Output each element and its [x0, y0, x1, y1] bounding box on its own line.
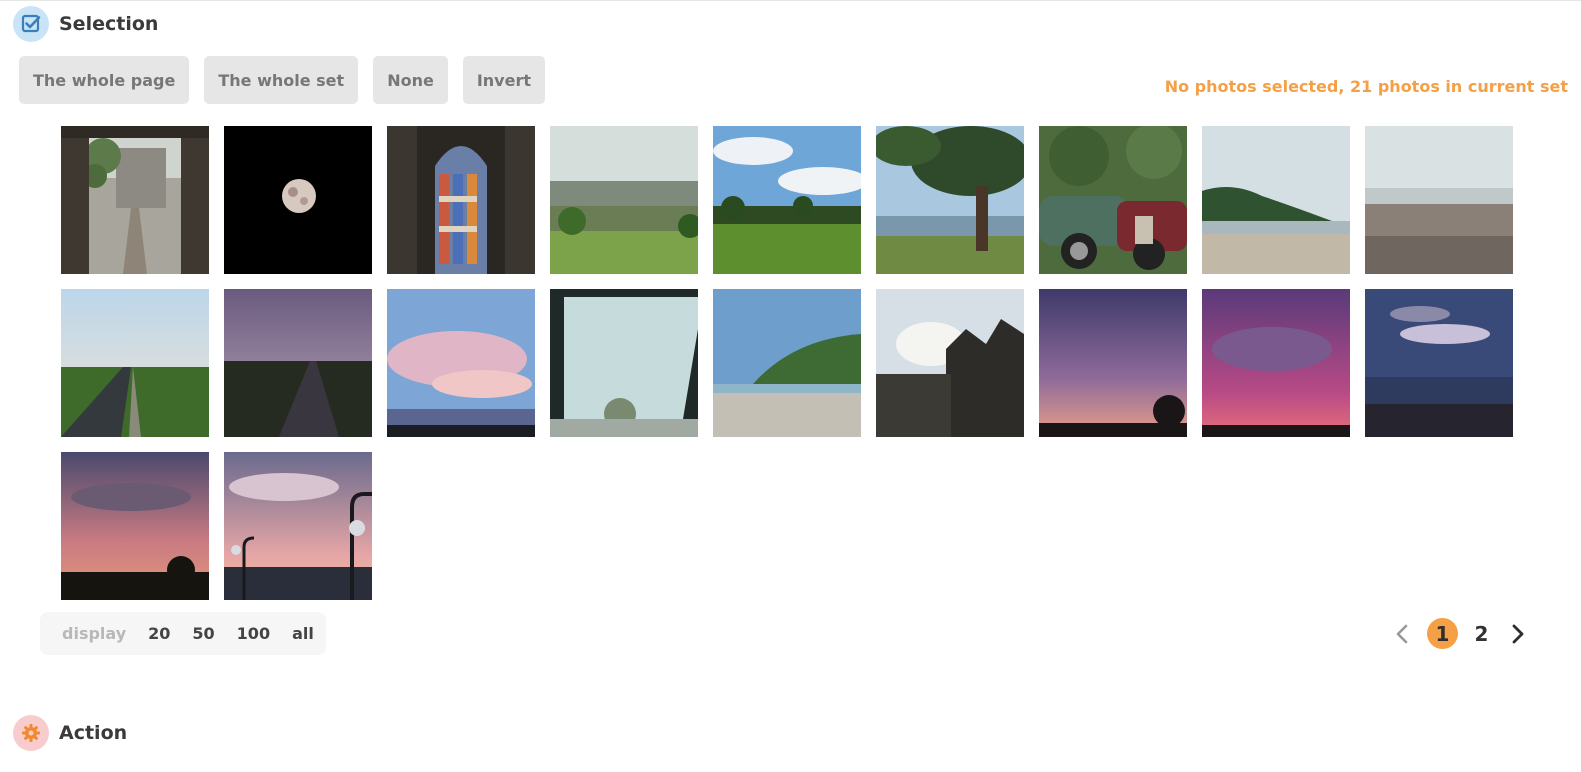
photo-thumbnail[interactable] — [550, 126, 698, 274]
photo-thumbnail[interactable] — [224, 452, 372, 600]
selection-section-header[interactable]: Selection — [13, 6, 158, 42]
photo-thumbnail[interactable] — [1365, 289, 1513, 437]
next-page-icon[interactable] — [1507, 619, 1529, 649]
photo-thumbnail[interactable] — [61, 289, 209, 437]
photo-thumbnail[interactable] — [1039, 126, 1187, 274]
photo-thumbnail[interactable] — [1202, 289, 1350, 437]
photo-thumbnail[interactable] — [224, 126, 372, 274]
photo-thumbnail[interactable] — [1039, 289, 1187, 437]
photo-thumbnail[interactable] — [1202, 126, 1350, 274]
selection-title: Selection — [59, 13, 159, 35]
photo-thumbnail[interactable] — [224, 289, 372, 437]
display-option-50[interactable]: 50 — [192, 624, 214, 643]
display-label: display — [62, 624, 127, 643]
page-1-button[interactable]: 1 — [1427, 618, 1458, 649]
select-whole-set-button[interactable]: The whole set — [204, 56, 359, 104]
display-option-20[interactable]: 20 — [148, 624, 170, 643]
photo-thumbnail[interactable] — [876, 289, 1024, 437]
action-section-header[interactable]: Action — [13, 715, 127, 751]
select-whole-page-button[interactable]: The whole page — [19, 56, 190, 104]
photo-thumbnail[interactable] — [713, 289, 861, 437]
display-count-selector: display 20 50 100 all — [40, 612, 326, 655]
checkbox-icon — [13, 6, 49, 42]
invert-selection-button[interactable]: Invert — [462, 56, 545, 104]
photo-thumbnail[interactable] — [876, 126, 1024, 274]
photo-thumbnail[interactable] — [387, 126, 535, 274]
page-2-button[interactable]: 2 — [1466, 618, 1497, 649]
display-option-all[interactable]: all — [292, 624, 314, 643]
previous-page-icon[interactable] — [1391, 619, 1413, 649]
pagination: 1 2 — [1391, 618, 1529, 649]
photo-thumbnail[interactable] — [61, 126, 209, 274]
top-divider — [0, 0, 1581, 1]
selection-status-text: No photos selected, 21 photos in current… — [1164, 77, 1568, 96]
photo-thumbnail[interactable] — [550, 289, 698, 437]
select-none-button[interactable]: None — [373, 56, 448, 104]
display-option-100[interactable]: 100 — [237, 624, 270, 643]
selection-buttons: The whole page The whole set None Invert — [19, 56, 545, 104]
photo-thumbnail[interactable] — [387, 289, 535, 437]
photo-thumbnail[interactable] — [1365, 126, 1513, 274]
photo-grid — [61, 126, 1513, 600]
gear-icon — [13, 715, 49, 751]
photo-thumbnail[interactable] — [61, 452, 209, 600]
photo-thumbnail[interactable] — [713, 126, 861, 274]
action-title: Action — [59, 722, 128, 744]
